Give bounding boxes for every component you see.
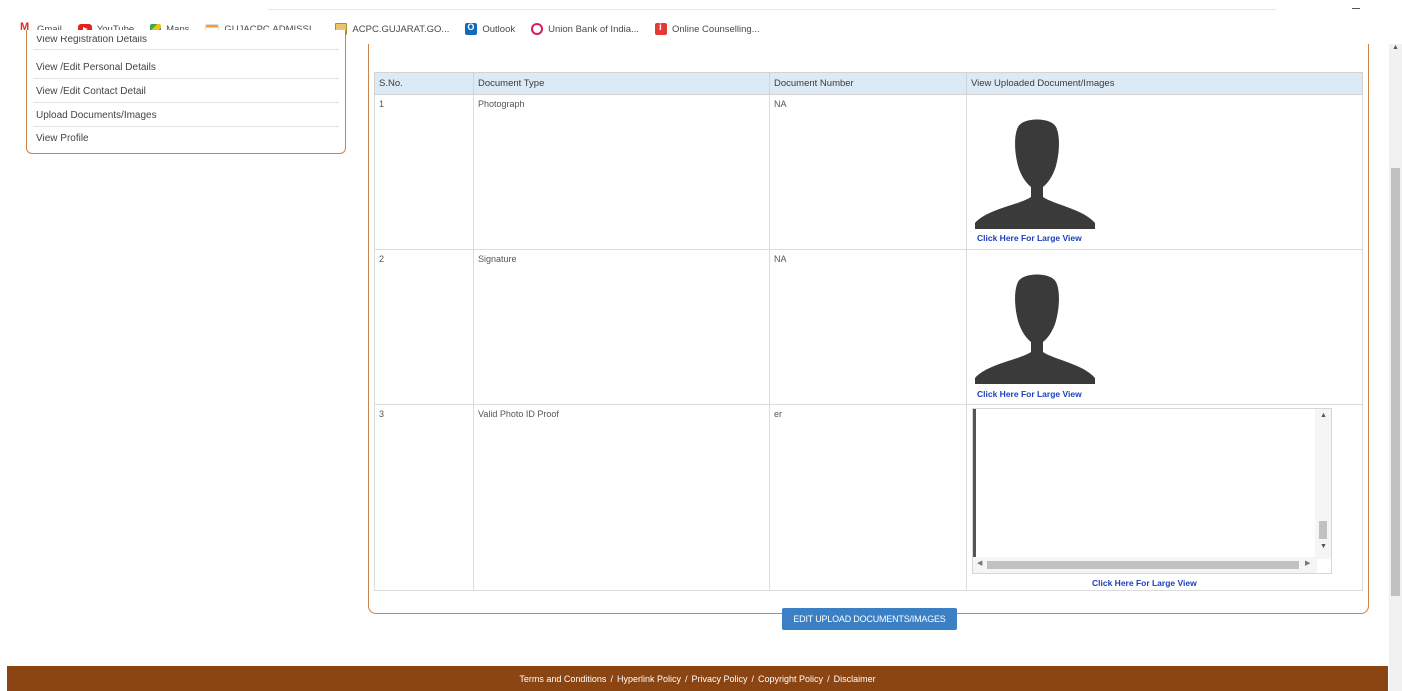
footer-link-copyright-policy[interactable]: Copyright Policy bbox=[758, 674, 823, 684]
cell-document-type: Valid Photo ID Proof bbox=[473, 404, 770, 591]
sidebar-item-view-registration[interactable]: View Registration Details bbox=[33, 36, 339, 50]
sidebar-menu: View Registration Details View /Edit Per… bbox=[26, 30, 346, 154]
cell-document-number: er bbox=[769, 404, 967, 591]
cell-document-type: Photograph bbox=[473, 94, 770, 250]
sidebar-item-view-profile[interactable]: View Profile bbox=[33, 127, 339, 150]
edit-upload-documents-button[interactable]: EDIT UPLOAD DOCUMENTS/IMAGES bbox=[782, 608, 957, 630]
footer-separator: / bbox=[610, 673, 613, 684]
minimize-dash[interactable] bbox=[1352, 8, 1360, 9]
cell-document-image: Click Here For Large View bbox=[966, 249, 1363, 405]
scroll-thumb[interactable] bbox=[987, 561, 1299, 569]
cell-sno: 2 bbox=[374, 249, 474, 405]
avatar-placeholder-icon[interactable] bbox=[973, 117, 1101, 229]
address-bar-edge bbox=[268, 9, 1276, 10]
scroll-right-arrow-icon[interactable]: ▶ bbox=[1305, 559, 1310, 567]
cell-document-image: Click Here For Large View bbox=[966, 94, 1363, 250]
bookmark-label: Online Counselling... bbox=[671, 23, 760, 35]
column-header-sno: S.No. bbox=[374, 72, 474, 95]
bookmark-union-bank[interactable]: Union Bank of India... bbox=[531, 23, 639, 35]
footer-link-privacy-policy[interactable]: Privacy Policy bbox=[692, 674, 748, 684]
footer-separator: / bbox=[684, 673, 688, 684]
viewer-vertical-scrollbar[interactable]: ▲ ▼ bbox=[1315, 409, 1331, 559]
document-viewer-frame[interactable]: ▲ ▼ ◀ ▶ bbox=[972, 408, 1332, 574]
cell-document-viewer: ▲ ▼ ◀ ▶ Click Here For Large View bbox=[966, 404, 1363, 591]
column-header-document-type: Document Type bbox=[473, 72, 770, 95]
outlook-icon bbox=[465, 22, 478, 35]
online-counselling-icon bbox=[654, 22, 667, 35]
cell-sno: 3 bbox=[374, 404, 474, 591]
bookmark-outlook[interactable]: Outlook bbox=[465, 22, 516, 35]
cell-document-number: NA bbox=[769, 94, 967, 250]
sidebar-item-contact-detail[interactable]: View /Edit Contact Detail bbox=[33, 80, 339, 103]
scroll-down-arrow-icon[interactable]: ▼ bbox=[1320, 543, 1327, 550]
sidebar-item-personal-details[interactable]: View /Edit Personal Details bbox=[33, 56, 339, 79]
page-scrollbar[interactable]: ▲ bbox=[1389, 44, 1402, 691]
cell-document-number: NA bbox=[769, 249, 967, 405]
union-bank-icon bbox=[531, 23, 544, 35]
avatar-placeholder-icon[interactable] bbox=[973, 272, 1101, 384]
column-header-view-uploaded: View Uploaded Document/Images bbox=[966, 72, 1363, 95]
footer-link-terms[interactable]: Terms and Conditions bbox=[519, 674, 606, 684]
large-view-link[interactable]: Click Here For Large View bbox=[1092, 578, 1197, 588]
sidebar-item-upload-documents[interactable]: Upload Documents/Images bbox=[33, 104, 339, 127]
scroll-thumb[interactable] bbox=[1319, 521, 1327, 539]
page-scroll-thumb[interactable] bbox=[1391, 168, 1400, 596]
footer-separator: / bbox=[751, 673, 755, 684]
bookmark-online-counselling[interactable]: Online Counselling... bbox=[654, 22, 760, 35]
table-row: 1 Photograph NA Click Here For Large Vie… bbox=[374, 94, 1363, 250]
viewer-edge bbox=[973, 409, 976, 559]
cell-document-type: Signature bbox=[473, 249, 770, 405]
column-header-document-number: Document Number bbox=[769, 72, 967, 95]
table-row: 2 Signature NA Click Here For Large View bbox=[374, 249, 1363, 405]
table-row: 3 Valid Photo ID Proof er ▲ ▼ ◀ ▶ Click … bbox=[374, 404, 1363, 591]
viewer-horizontal-scrollbar[interactable]: ◀ ▶ bbox=[973, 557, 1317, 573]
bookmark-acpc[interactable]: ACPC.GUJARAT.GO... bbox=[335, 23, 449, 35]
large-view-link[interactable]: Click Here For Large View bbox=[977, 233, 1082, 243]
cell-sno: 1 bbox=[374, 94, 474, 250]
scroll-up-arrow-icon[interactable]: ▲ bbox=[1320, 412, 1327, 419]
footer: Terms and Conditions / Hyperlink Policy … bbox=[7, 666, 1388, 691]
footer-link-hyperlink-policy[interactable]: Hyperlink Policy bbox=[617, 674, 681, 684]
footer-separator: / bbox=[827, 673, 830, 684]
bookmark-label: Union Bank of India... bbox=[548, 23, 639, 35]
table-header-row: S.No. Document Type Document Number View… bbox=[374, 72, 1363, 95]
footer-link-disclaimer[interactable]: Disclaimer bbox=[834, 674, 876, 684]
bookmark-label: Outlook bbox=[482, 23, 516, 35]
large-view-link[interactable]: Click Here For Large View bbox=[977, 389, 1082, 399]
documents-table: S.No. Document Type Document Number View… bbox=[374, 72, 1363, 591]
bookmark-label: ACPC.GUJARAT.GO... bbox=[352, 23, 450, 35]
scroll-left-arrow-icon[interactable]: ◀ bbox=[977, 559, 982, 567]
scroll-up-arrow-icon[interactable]: ▲ bbox=[1392, 44, 1399, 51]
